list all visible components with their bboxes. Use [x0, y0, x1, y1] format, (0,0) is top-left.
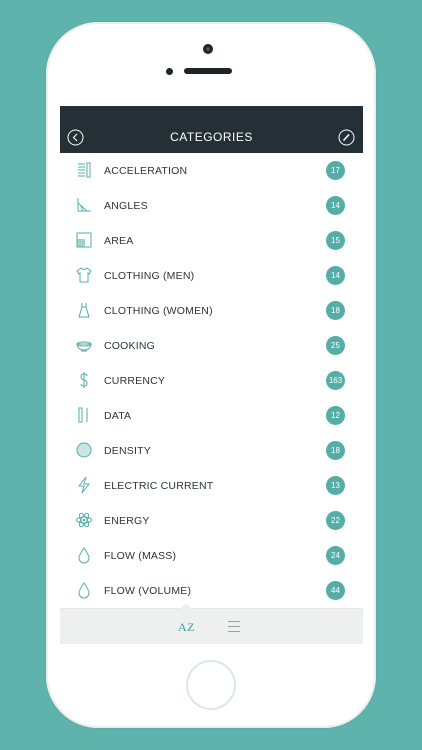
category-count-badge: 44	[326, 581, 345, 600]
category-row[interactable]: CLOTHING (WOMEN) 18	[60, 293, 363, 328]
category-count-badge: 13	[326, 476, 345, 495]
category-row[interactable]: ANGLES 14	[60, 188, 363, 223]
category-label: AREA	[104, 235, 134, 247]
category-row[interactable]: ELECTRIC CURRENT 13	[60, 468, 363, 503]
app-screen: CATEGORIES ACCELERATION 17 ANGLES 14 AREA 15 C…	[60, 106, 363, 644]
category-label: CURRENCY	[104, 375, 166, 387]
category-row[interactable]: COOKING 25	[60, 328, 363, 363]
category-count-badge: 24	[326, 546, 345, 565]
droplet-icon	[75, 546, 93, 564]
category-count-badge: 163	[326, 371, 345, 390]
category-row[interactable]: ACCELERATION 17	[60, 153, 363, 188]
area-icon	[75, 231, 93, 249]
page-title: CATEGORIES	[170, 130, 253, 144]
edit-icon[interactable]	[338, 129, 355, 146]
front-camera	[203, 44, 213, 54]
home-button[interactable]	[186, 660, 236, 710]
category-count-badge: 17	[326, 161, 345, 180]
data-bars-icon	[75, 406, 93, 424]
category-row[interactable]: CURRENCY 163	[60, 363, 363, 398]
bottom-toolbar: AZ	[60, 603, 363, 644]
acceleration-icon	[75, 161, 93, 179]
tab-alphabetical[interactable]: AZ	[178, 620, 195, 635]
category-count-badge: 14	[326, 266, 345, 285]
category-label: ENERGY	[104, 515, 150, 527]
category-row[interactable]: DATA 12	[60, 398, 363, 433]
category-label: CLOTHING (MEN)	[104, 270, 195, 282]
category-count-badge: 12	[326, 406, 345, 425]
category-row[interactable]: ENERGY 22	[60, 503, 363, 538]
category-row[interactable]: FLOW (VOLUME) 44	[60, 573, 363, 608]
category-label: DENSITY	[104, 445, 151, 457]
selected-tab-pointer	[180, 603, 192, 609]
category-label: ANGLES	[104, 200, 148, 212]
category-label: FLOW (MASS)	[104, 550, 177, 562]
category-label: CLOTHING (WOMEN)	[104, 305, 213, 317]
bowl-icon	[75, 336, 93, 354]
category-row[interactable]: FLOW (MASS) 24	[60, 538, 363, 573]
list-icon[interactable]	[228, 621, 240, 632]
category-label: ACCELERATION	[104, 165, 188, 177]
category-row[interactable]: CLOTHING (MEN) 14	[60, 258, 363, 293]
dollar-icon	[75, 371, 93, 389]
navigation-bar: CATEGORIES	[60, 106, 363, 153]
category-label: COOKING	[104, 340, 155, 352]
category-count-badge: 25	[326, 336, 345, 355]
category-label: FLOW (VOLUME)	[104, 585, 192, 597]
proximity-sensor	[166, 68, 173, 75]
tshirt-icon	[75, 266, 93, 284]
dress-icon	[75, 301, 93, 319]
category-row[interactable]: AREA 15	[60, 223, 363, 258]
category-count-badge: 18	[326, 441, 345, 460]
angle-icon	[75, 196, 93, 214]
atom-icon	[75, 511, 93, 529]
density-circle-icon	[75, 441, 93, 459]
category-label: ELECTRIC CURRENT	[104, 480, 214, 492]
category-count-badge: 18	[326, 301, 345, 320]
earpiece-speaker	[184, 68, 232, 74]
category-count-badge: 15	[326, 231, 345, 250]
lightning-icon	[75, 476, 93, 494]
category-label: DATA	[104, 410, 132, 422]
category-count-badge: 14	[326, 196, 345, 215]
droplet-icon	[75, 581, 93, 599]
category-row[interactable]: DENSITY 18	[60, 433, 363, 468]
category-count-badge: 22	[326, 511, 345, 530]
category-list: ACCELERATION 17 ANGLES 14 AREA 15 CLOTHING (ME…	[60, 153, 363, 608]
